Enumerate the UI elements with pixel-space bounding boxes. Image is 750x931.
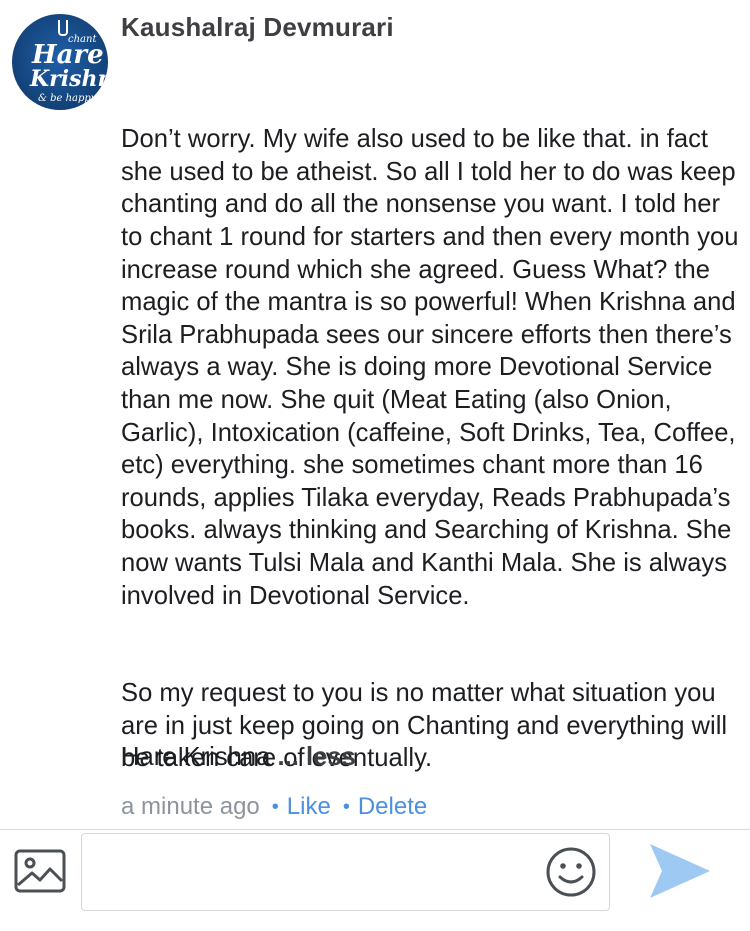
ellipsis: ... (277, 743, 299, 771)
avatar-text-krishna: Krishna (30, 66, 108, 92)
comment-paragraph: Don’t worry. My wife also used to be lik… (121, 125, 746, 610)
emoji-button[interactable] (545, 846, 597, 898)
composer-divider (0, 829, 750, 830)
photo-button[interactable] (14, 849, 66, 893)
comment-closing: Hare Krishna ... less (121, 741, 356, 774)
send-button[interactable] (648, 842, 712, 900)
timestamp: a minute ago (121, 793, 260, 820)
closing-text: Hare Krishna (121, 743, 271, 771)
comment-body: Don’t worry. My wife also used to be lik… (121, 58, 746, 808)
send-icon (650, 844, 710, 898)
smiley-icon (546, 847, 596, 897)
like-button[interactable]: Like (287, 791, 331, 823)
comment-author-name[interactable]: Kaushalraj Devmurari (121, 12, 394, 43)
see-less-button[interactable]: less (306, 743, 356, 771)
delete-button[interactable]: Delete (358, 791, 427, 823)
avatar[interactable]: chant Hare Krishna & be happy (12, 14, 108, 110)
tilak-mark-icon (58, 20, 68, 36)
separator-dot: • (271, 796, 279, 818)
comment-input[interactable] (81, 833, 610, 911)
avatar-text-behappy: & be happy (38, 93, 97, 104)
comment-meta: a minute ago • Like • Delete (121, 791, 427, 823)
separator-dot: • (342, 796, 350, 818)
photo-icon (14, 849, 66, 893)
